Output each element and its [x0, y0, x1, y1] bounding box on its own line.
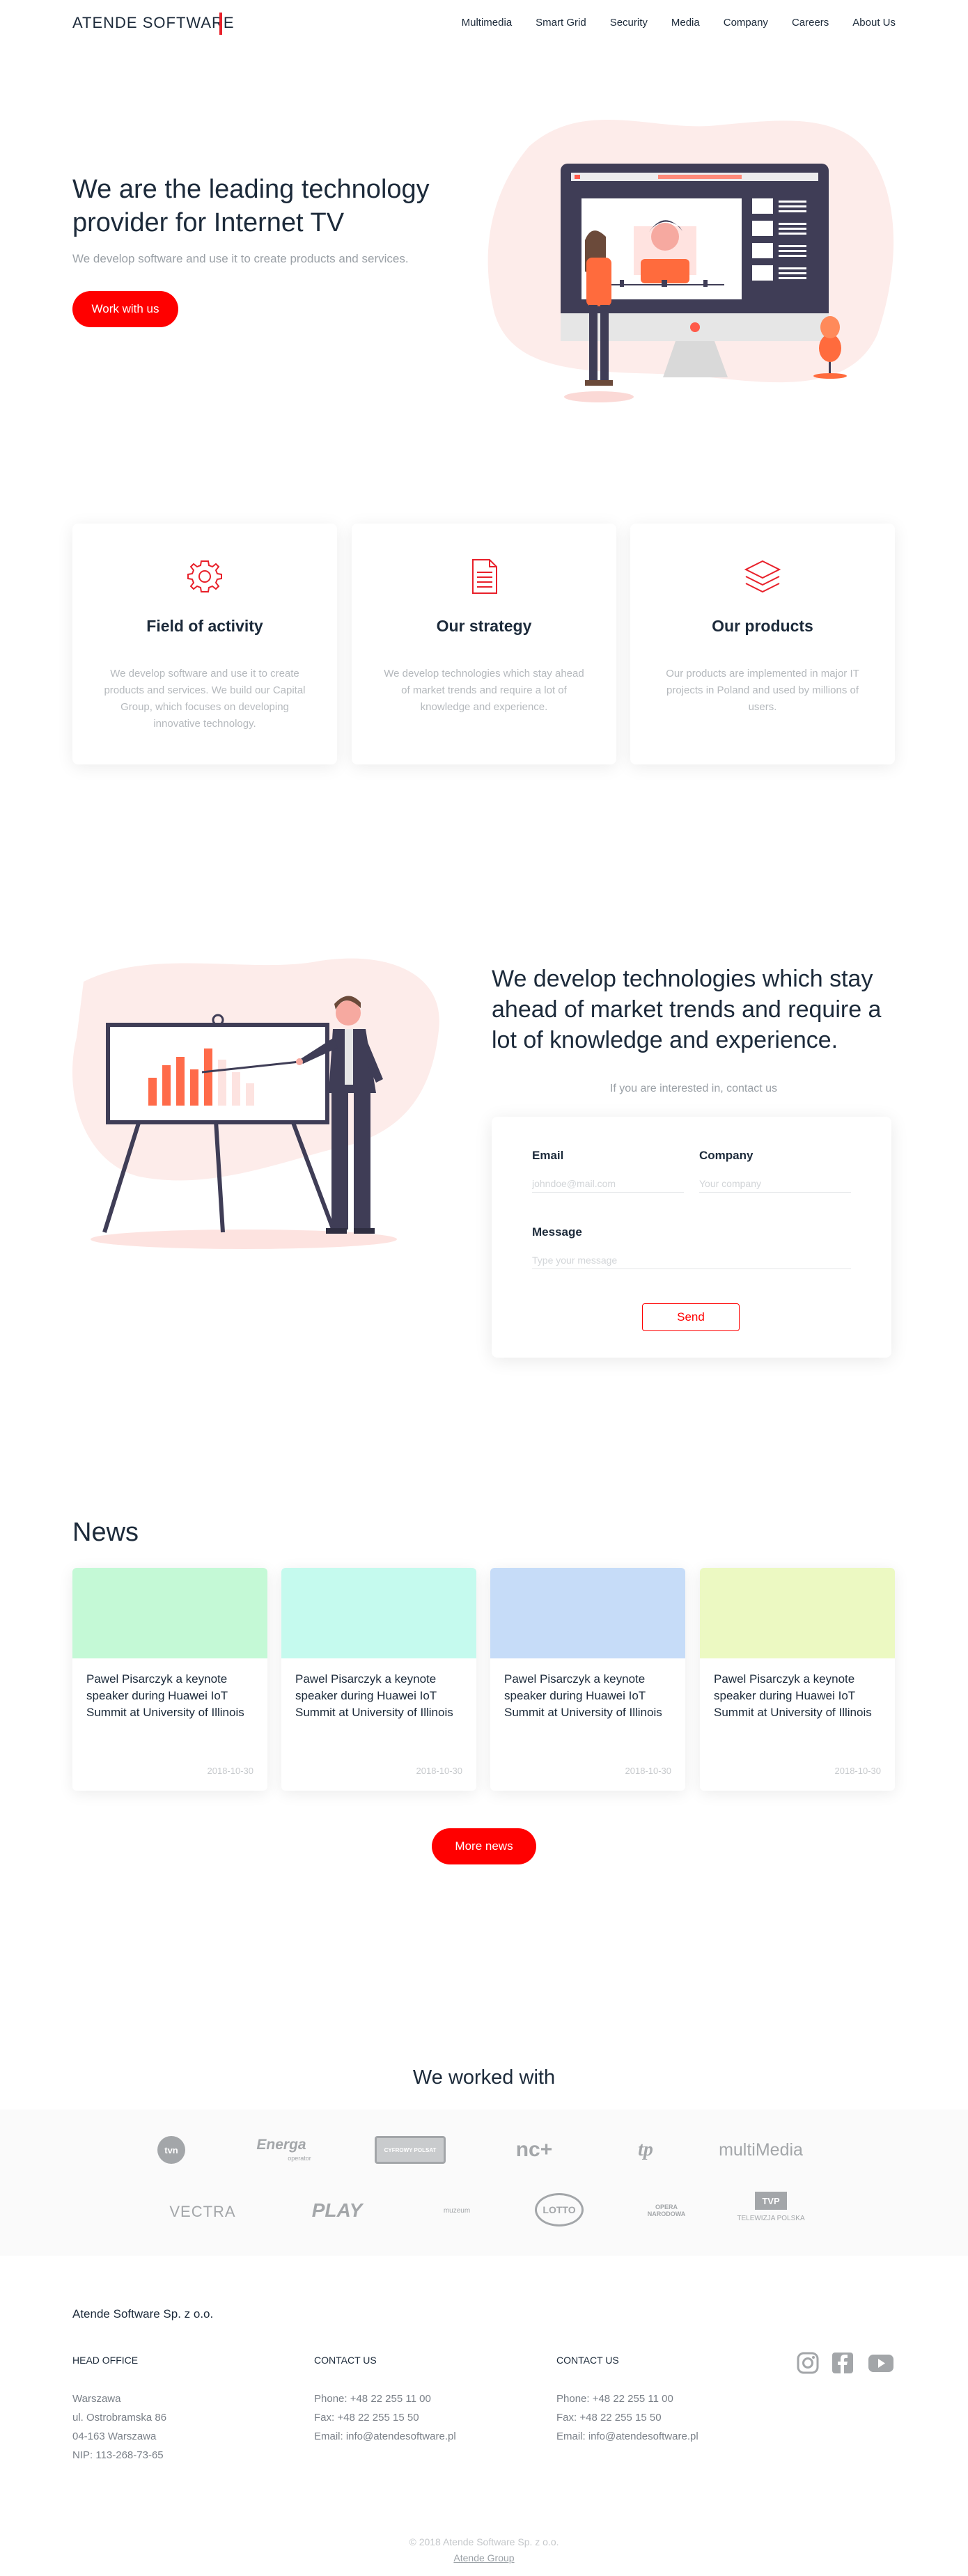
feature-text: We develop technologies which stay ahead… [384, 668, 584, 713]
news-title: News [72, 1518, 139, 1547]
news-date: 2018-10-30 [625, 1766, 672, 1776]
footer-contact-heading: CONTACT US [314, 2355, 377, 2366]
tech-title: We develop technologies which stay ahead… [492, 966, 882, 1053]
nav-smart-grid[interactable]: Smart Grid [536, 17, 586, 29]
email-field[interactable] [532, 1175, 684, 1193]
work-with-us-button[interactable]: Work with us [72, 291, 178, 327]
logo-opera-narodowa: OPERA NARODOWA [647, 2204, 686, 2217]
footer-email-link[interactable]: Email: info@atendesoftware.pl [556, 2430, 698, 2442]
news-headline: Pawel Pisarczyk a keynote speaker during… [714, 1672, 872, 1719]
logo-accent-bar [219, 13, 222, 35]
news-card[interactable]: Pawel Pisarczyk a keynote speaker during… [72, 1568, 267, 1791]
news-date: 2018-10-30 [834, 1766, 882, 1776]
news-headline: Pawel Pisarczyk a keynote speaker during… [86, 1672, 244, 1719]
send-button[interactable]: Send [642, 1303, 740, 1331]
partners-logos: tvn Energa operator CYFROWY POLSAT nc+ t… [0, 2110, 968, 2256]
layers-icon [744, 560, 781, 593]
hero-subtitle: We develop software and use it to create… [72, 252, 409, 265]
logo-tvp-sub: TELEWIZJA POLSKA [737, 2214, 805, 2222]
nav-company[interactable]: Company [724, 17, 768, 29]
footer-fax: Fax: +48 22 255 15 50 [314, 2412, 419, 2424]
logo-tvp: TVP [755, 2192, 787, 2210]
feature-title: Our strategy [436, 617, 532, 635]
message-label: Message [532, 1225, 582, 1239]
company-label: Company [699, 1149, 754, 1162]
footer-address-line: Warszawa [72, 2393, 121, 2405]
copyright: © 2018 Atende Software Sp. z o.o. [409, 2536, 559, 2547]
facebook-icon[interactable] [831, 2351, 854, 2375]
logo-energa-sub: operator [288, 2155, 311, 2162]
presentation-illustration [72, 958, 439, 1249]
footer-head-office-heading: HEAD OFFICE [72, 2355, 139, 2366]
atende-group-link[interactable]: Atende Group [0, 2552, 968, 2563]
news-image [72, 1568, 267, 1658]
logo-cyfrowy-polsat: CYFROWY POLSAT [375, 2136, 446, 2164]
nav-media[interactable]: Media [671, 17, 700, 29]
feature-card-field-of-activity: Field of activity We develop software an… [72, 524, 337, 764]
feature-card-our-products: Our products Our products are implemente… [630, 524, 895, 764]
nav-multimedia[interactable]: Multimedia [462, 17, 513, 29]
message-field[interactable] [532, 1252, 851, 1269]
logo[interactable]: ATENDE SOFTWARE [72, 14, 235, 32]
logo-play: PLAY [311, 2199, 363, 2221]
news-image [700, 1568, 895, 1658]
footer-address-line: ul. Ostrobramska 86 [72, 2412, 167, 2424]
gear-icon [187, 560, 222, 592]
contact-subtitle: If you are interested in, contact us [609, 1083, 778, 1094]
news-headline: Pawel Pisarczyk a keynote speaker during… [504, 1672, 662, 1719]
email-label: Email [532, 1149, 564, 1162]
partners-title: We worked with [412, 2066, 556, 2089]
instagram-icon[interactable] [796, 2351, 820, 2375]
news-card[interactable]: Pawel Pisarczyk a keynote speaker during… [490, 1568, 685, 1791]
news-card[interactable]: Pawel Pisarczyk a keynote speaker during… [281, 1568, 476, 1791]
youtube-icon[interactable] [867, 2351, 895, 2375]
more-news-button[interactable]: More news [432, 1828, 536, 1864]
nav-about-us[interactable]: About Us [852, 17, 896, 29]
document-icon [472, 559, 497, 594]
footer-contact-heading: CONTACT US [556, 2355, 619, 2366]
feature-text: We develop software and use it to create… [104, 668, 306, 730]
logo-energa: Energa [256, 2137, 306, 2153]
page: ATENDE SOFTWARE Multimedia Smart Grid Se… [0, 0, 968, 2576]
feature-title: Field of activity [146, 617, 263, 635]
footer-email-link[interactable]: Email: info@atendesoftware.pl [314, 2430, 456, 2442]
logo-lotto: LOTTO [535, 2193, 584, 2226]
footer-address-line: NIP: 113-268-73-65 [72, 2449, 164, 2461]
footer-fax: Fax: +48 22 255 15 50 [556, 2412, 662, 2424]
news-card[interactable]: Pawel Pisarczyk a keynote speaker during… [700, 1568, 895, 1791]
company-field[interactable] [699, 1175, 851, 1193]
footer-phone: Phone: +48 22 255 11 00 [314, 2393, 431, 2405]
feature-title: Our products [712, 617, 813, 635]
nav-careers[interactable]: Careers [792, 17, 829, 29]
news-date: 2018-10-30 [207, 1766, 254, 1776]
footer-phone: Phone: +48 22 255 11 00 [556, 2393, 673, 2405]
feature-card-our-strategy: Our strategy We develop technologies whi… [352, 524, 616, 764]
logo-vectra: VECTRA [169, 2203, 236, 2220]
logo-multimedia: multiMedia [719, 2139, 803, 2160]
news-image [281, 1568, 476, 1658]
logo-muzeum: muzeum [443, 2206, 471, 2215]
news-date: 2018-10-30 [416, 1766, 463, 1776]
logo-tp: tp [638, 2139, 653, 2160]
contact-form: Email Company Message Send [492, 1117, 891, 1358]
footer-company: Atende Software Sp. z o.o. [72, 2307, 214, 2320]
footer-address-line: 04-163 Warszawa [72, 2430, 157, 2442]
news-headline: Pawel Pisarczyk a keynote speaker during… [295, 1672, 453, 1719]
hero-title: We are the leading technology provider f… [72, 175, 430, 237]
logo-tvn: tvn [157, 2136, 185, 2164]
site-header: ATENDE SOFTWARE Multimedia Smart Grid Se… [0, 0, 968, 49]
news-image [490, 1568, 685, 1658]
hero-illustration [487, 119, 894, 402]
feature-text: Our products are implemented in major IT… [666, 668, 859, 713]
logo-ncplus: nc+ [515, 2138, 553, 2161]
main-nav: Multimedia Smart Grid Security Media Com… [438, 17, 896, 29]
nav-security[interactable]: Security [610, 17, 648, 29]
